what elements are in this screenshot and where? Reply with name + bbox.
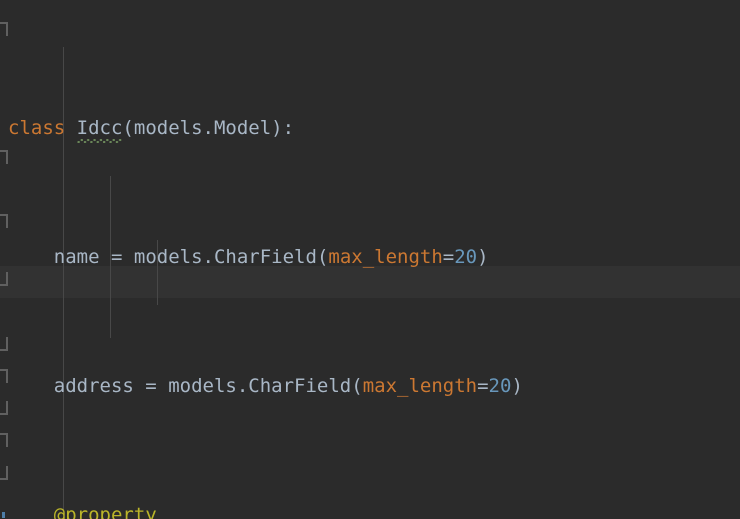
fold-marker-close-icon[interactable] xyxy=(0,466,8,480)
code-line[interactable]: class Idcc(models.Model): xyxy=(0,112,740,144)
gutter-fold-markers[interactable] xyxy=(0,0,24,519)
code-line[interactable]: address = models.CharField(max_length=20… xyxy=(0,370,740,402)
code-line[interactable]: @property xyxy=(0,499,740,519)
fold-marker-close-icon[interactable] xyxy=(0,337,8,351)
code-line[interactable]: name = models.CharField(max_length=20) xyxy=(0,241,740,273)
fold-marker-open-icon[interactable] xyxy=(0,433,8,447)
fold-marker-open-icon[interactable] xyxy=(0,214,8,228)
code-editor[interactable]: class Idcc(models.Model): name = models.… xyxy=(0,0,740,519)
fold-marker-open-icon[interactable] xyxy=(0,150,8,164)
fold-marker-open-icon[interactable] xyxy=(0,22,8,36)
caret-marker xyxy=(2,512,5,518)
fold-marker-close-icon[interactable] xyxy=(0,272,8,286)
fold-marker-close-icon[interactable] xyxy=(0,401,8,415)
fold-marker-open-icon[interactable] xyxy=(0,369,8,383)
code-content[interactable]: class Idcc(models.Model): name = models.… xyxy=(0,0,740,519)
